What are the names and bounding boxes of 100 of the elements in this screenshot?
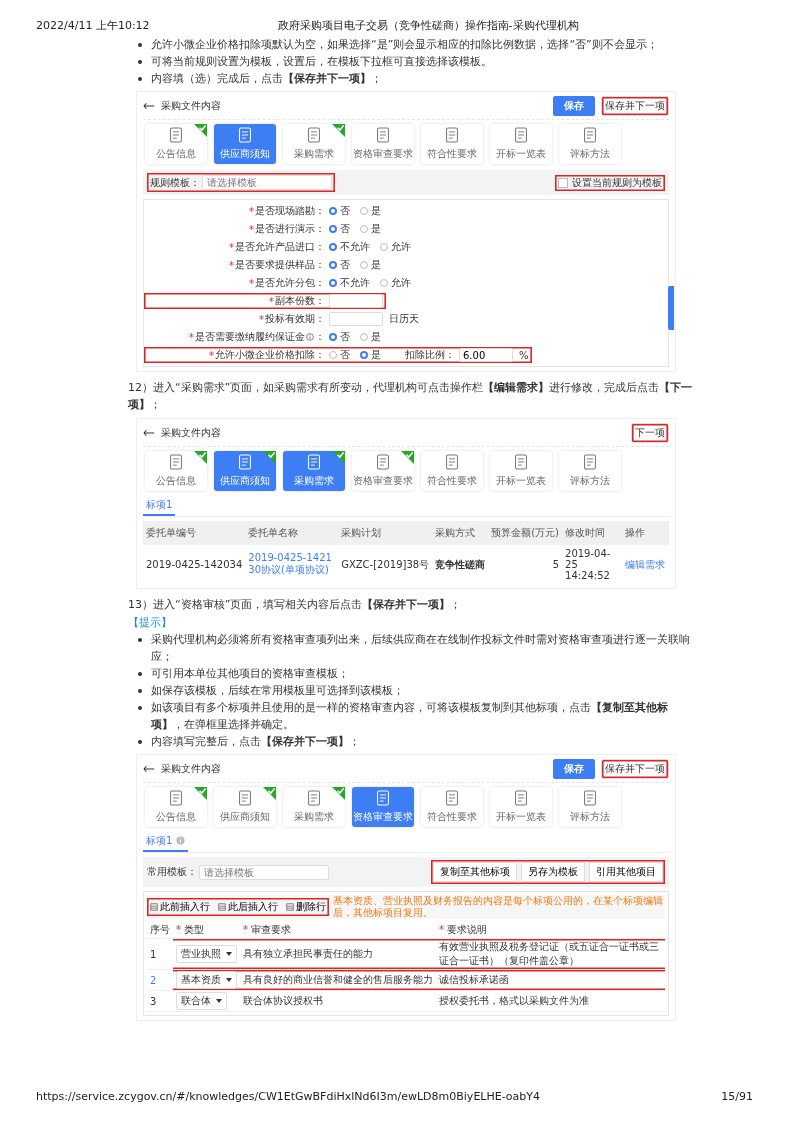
row-number: 1 [147, 938, 173, 970]
field-label: 投标有效期： [265, 312, 325, 326]
table-cell: GXZC-[2019]38号 [338, 545, 433, 584]
type-select[interactable]: 营业执照 [176, 945, 237, 963]
checkbox[interactable] [558, 177, 568, 188]
radio-label: 是 [371, 204, 381, 218]
required-mark: * [229, 241, 234, 253]
column-header: 采购计划 [338, 521, 433, 545]
radio-label: 否 [340, 204, 350, 218]
back-arrow-icon[interactable] [143, 765, 155, 773]
template-select[interactable]: 请选择模板 [199, 864, 329, 880]
step-card[interactable]: 资格审查要求 [352, 451, 414, 491]
input-field[interactable] [329, 312, 383, 326]
document-icon [583, 127, 597, 143]
table-link[interactable]: 2019-0425-142130协议(单项协议) [245, 545, 339, 584]
input-field[interactable]: 6.00 [459, 348, 513, 362]
step-card[interactable]: 评标方法 [559, 451, 621, 491]
save-button[interactable]: 保存 [553, 96, 595, 116]
action-button[interactable]: 引用其他项目 [589, 862, 663, 882]
rows-icon [150, 903, 158, 911]
step-card[interactable]: 开标一览表 [490, 124, 552, 164]
table-cell: 竞争性磋商 [432, 545, 489, 584]
step-card[interactable]: 供应商须知 [214, 124, 276, 164]
step-card[interactable]: 供应商须知 [214, 451, 276, 491]
radio-button[interactable] [329, 351, 337, 359]
toolbar-button[interactable]: 此后插入行 [216, 899, 280, 915]
step-card[interactable]: 资格审查要求 [352, 124, 414, 164]
step-card[interactable]: 公告信息 [145, 451, 207, 491]
step-card[interactable]: 资格审查要求 [352, 787, 414, 827]
document-icon [445, 127, 459, 143]
screen-title: 采购文件内容 [161, 762, 221, 776]
radio-button[interactable] [329, 207, 337, 215]
document-icon [169, 454, 183, 470]
type-select[interactable]: 联合体 [176, 992, 227, 1010]
document-icon [307, 454, 321, 470]
radio-label: 不允许 [340, 240, 370, 254]
save-button[interactable]: 保存 [553, 759, 595, 779]
field-label: 是否允许分包： [255, 276, 325, 290]
radio-button[interactable] [329, 261, 337, 269]
field-label: 是否要求提供样品： [235, 258, 325, 272]
bullet-dot [138, 740, 142, 744]
tab[interactable]: 标项1 [143, 832, 189, 852]
step-card[interactable]: 供应商须知 [214, 787, 276, 827]
bullet-dot [138, 60, 142, 64]
action-button[interactable]: 复制至其他标项 [433, 862, 517, 882]
action-button[interactable]: 另存为模板 [521, 862, 585, 882]
document-icon [169, 790, 183, 806]
step-card[interactable]: 公告信息 [145, 124, 207, 164]
input-field[interactable] [329, 294, 383, 308]
radio-button[interactable] [329, 333, 337, 341]
radio-button[interactable] [329, 243, 337, 251]
side-tab[interactable] [668, 286, 674, 330]
document-icon [514, 127, 528, 143]
step-card[interactable]: 评标方法 [559, 787, 621, 827]
radio-button[interactable] [329, 225, 337, 233]
next-button[interactable]: 保存并下一项 [601, 96, 669, 116]
step-card[interactable]: 公告信息 [145, 787, 207, 827]
bullet-text: 可将当前规则设置为模板，设置后，在模板下拉框可直接选择该模板。 [151, 54, 493, 70]
step-card[interactable]: 符合性要求 [421, 451, 483, 491]
caret-icon [226, 978, 232, 982]
template-select[interactable]: 请选择模板 [202, 175, 332, 190]
rows-icon [218, 903, 226, 911]
info-icon [306, 333, 314, 341]
table-link[interactable]: 编辑需求 [621, 545, 669, 584]
radio-label: 是 [371, 348, 381, 362]
radio-button[interactable] [360, 333, 368, 341]
document-icon [376, 454, 390, 470]
page-url: https://service.zcygov.cn/#/knowledges/CW1EtGwBFdiHxlNd6I3m/ewLD8m0BiyELHE-oabY4 [36, 1090, 541, 1103]
column-header: 审查要求 [251, 924, 292, 935]
next-button[interactable]: 保存并下一项 [601, 759, 669, 779]
type-select[interactable]: 基本资质 [176, 971, 237, 989]
back-arrow-icon[interactable] [143, 102, 155, 110]
field-label: 规则模板： [150, 175, 200, 190]
next-button[interactable]: 下一项 [631, 423, 669, 443]
radio-button[interactable] [380, 243, 388, 251]
radio-button[interactable] [360, 261, 368, 269]
tab[interactable]: 标项1 [143, 496, 176, 516]
row-number: 2 [147, 969, 173, 991]
step-card[interactable]: 符合性要求 [421, 124, 483, 164]
toolbar-button[interactable]: 此前插入行 [148, 899, 212, 915]
step-card[interactable]: 采购需求 [283, 787, 345, 827]
radio-button[interactable] [380, 279, 388, 287]
radio-button[interactable] [360, 225, 368, 233]
radio-button[interactable] [360, 207, 368, 215]
toolbar-button[interactable]: 删除行 [284, 899, 328, 915]
bullet-text: 采购代理机构必须将所有资格审查项列出来，后续供应商在在线制作投标文件时需对资格审查项进行逐一关联响应； [151, 632, 691, 665]
step-card[interactable]: 采购需求 [283, 451, 345, 491]
step-card[interactable]: 评标方法 [559, 124, 621, 164]
step-card[interactable]: 采购需求 [283, 124, 345, 164]
document-icon [445, 790, 459, 806]
bullet-dot [138, 43, 142, 47]
radio-button[interactable] [329, 279, 337, 287]
back-arrow-icon[interactable] [143, 429, 155, 437]
step-card[interactable]: 开标一览表 [490, 451, 552, 491]
step-card[interactable]: 符合性要求 [421, 787, 483, 827]
column-header: 操作 [621, 521, 669, 545]
field-label: 副本份数： [275, 294, 325, 308]
table-cell: 5 [488, 545, 562, 584]
radio-button[interactable] [360, 351, 368, 359]
step-card[interactable]: 开标一览表 [490, 787, 552, 827]
